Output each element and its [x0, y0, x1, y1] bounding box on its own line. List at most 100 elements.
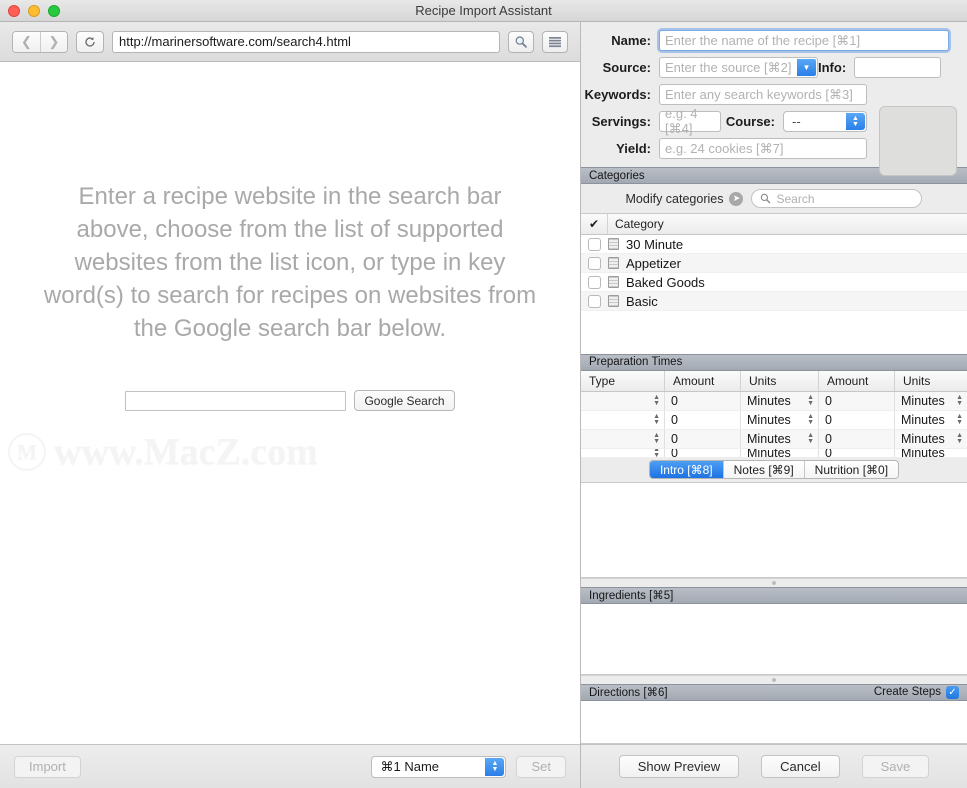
category-checkbox[interactable]: [588, 237, 601, 251]
chevron-updown-icon[interactable]: ▲ ▼: [956, 432, 963, 445]
tab-nutrition[interactable]: Nutrition [⌘0]: [804, 461, 899, 478]
site-search-button[interactable]: [508, 30, 534, 53]
prep-type-cell[interactable]: ▲ ▼: [581, 448, 665, 457]
minimize-button[interactable]: [28, 4, 40, 17]
list-item[interactable]: Basic: [581, 292, 967, 311]
name-row: Name: Enter the name of the recipe [⌘1]: [583, 30, 965, 51]
category-checkbox[interactable]: [588, 294, 601, 308]
list-item[interactable]: 30 Minute: [581, 235, 967, 254]
info-input[interactable]: [854, 57, 941, 78]
chevron-updown-icon[interactable]: ▲ ▼: [653, 432, 660, 445]
category-search-input[interactable]: Search: [751, 189, 923, 208]
list-icon: [549, 36, 561, 47]
intro-textarea[interactable]: [581, 482, 967, 578]
save-button[interactable]: Save: [861, 755, 930, 778]
forward-button[interactable]: ❯: [40, 31, 67, 52]
zoom-button[interactable]: [48, 4, 60, 17]
table-row[interactable]: ▲ ▼ 0 Minutes ▲ ▼ 0 Minutes ▲ ▼: [581, 391, 967, 411]
prep-amount1-cell[interactable]: 0: [665, 410, 741, 429]
directions-textarea[interactable]: [581, 700, 967, 744]
prep-type-cell[interactable]: ▲ ▼: [581, 391, 665, 410]
prep-amount1-cell[interactable]: 0: [665, 429, 741, 448]
course-label: Course:: [725, 114, 775, 129]
prep-col-units-2[interactable]: Units: [895, 371, 967, 391]
google-search-row: Google Search: [0, 390, 580, 411]
directions-section-header: Directions [⌘6] Create Steps ✓: [581, 683, 967, 701]
google-search-input[interactable]: [125, 390, 347, 411]
reload-button[interactable]: [76, 30, 104, 53]
prep-units2-cell[interactable]: Minutes ▲ ▼: [895, 411, 967, 429]
prep-col-amount-2[interactable]: Amount: [819, 370, 895, 391]
prep-col-units-1[interactable]: Units: [741, 370, 819, 391]
prep-amount2-cell[interactable]: 0: [819, 448, 895, 457]
prep-units1-cell[interactable]: Minutes ▲ ▼: [741, 429, 819, 448]
category-stack-icon: [608, 276, 619, 288]
prep-units1-cell[interactable]: Minutes: [741, 448, 819, 457]
category-checkbox[interactable]: [588, 256, 601, 270]
prep-amount1-cell[interactable]: 0: [665, 448, 741, 457]
chevron-updown-icon[interactable]: ▲ ▼: [807, 394, 814, 407]
modify-categories-button[interactable]: Modify categories ➤: [626, 191, 744, 206]
prep-col-amount-1[interactable]: Amount: [665, 370, 741, 391]
chevron-updown-icon[interactable]: ▲ ▼: [807, 432, 814, 445]
tab-intro[interactable]: Intro [⌘8]: [649, 461, 724, 478]
import-button[interactable]: Import: [14, 755, 81, 778]
category-check-column-header[interactable]: ✔: [581, 214, 608, 234]
prep-units1-cell[interactable]: Minutes ▲ ▼: [741, 391, 819, 410]
category-checkbox[interactable]: [588, 275, 601, 289]
chevron-updown-icon[interactable]: ▲ ▼: [653, 394, 660, 407]
prep-amount1-cell[interactable]: 0: [665, 391, 741, 410]
source-label: Source:: [602, 60, 651, 75]
recipe-image-well[interactable]: [879, 106, 957, 176]
source-combobox[interactable]: Enter the source [⌘2] ▼: [659, 57, 818, 78]
supported-sites-button[interactable]: [542, 30, 568, 53]
ingredients-resize-handle[interactable]: [581, 674, 967, 684]
course-popup[interactable]: -- ▲ ▼: [783, 111, 867, 132]
servings-input[interactable]: e.g. 4 [⌘4]: [659, 106, 721, 136]
preparation-table-header: Type Amount Units Amount Units: [581, 370, 967, 392]
category-name-column-header[interactable]: Category: [608, 214, 967, 234]
back-button[interactable]: ❮: [13, 31, 40, 52]
ingredients-section-title: Ingredients [⌘5]: [589, 590, 674, 602]
category-label: Baked Goods: [626, 274, 705, 290]
prep-amount2-cell[interactable]: 0: [819, 391, 895, 410]
url-field[interactable]: http://marinersoftware.com/search4.html: [112, 30, 500, 53]
prep-units2-cell[interactable]: Minutes ▲ ▼: [895, 430, 967, 448]
chevron-updown-icon[interactable]: ▲ ▼: [807, 413, 814, 426]
list-item[interactable]: Appetizer: [581, 254, 967, 273]
chevron-updown-icon[interactable]: ▲ ▼: [956, 413, 963, 426]
intro-resize-handle[interactable]: [581, 577, 967, 587]
keywords-input[interactable]: Enter any search keywords [⌘3]: [659, 84, 867, 105]
yield-input[interactable]: e.g. 24 cookies [⌘7]: [659, 138, 867, 159]
prep-units2-cell[interactable]: Minutes ▲ ▼: [895, 392, 967, 410]
table-row[interactable]: ▲ ▼ 0 Minutes ▲ ▼ 0 Minutes ▲ ▼: [581, 410, 967, 430]
prep-amount2-cell[interactable]: 0: [819, 410, 895, 429]
category-search-placeholder: Search: [776, 191, 815, 206]
prep-units1-cell[interactable]: Minutes ▲ ▼: [741, 410, 819, 429]
prep-units2-cell[interactable]: Minutes: [895, 449, 967, 457]
table-row[interactable]: ▲ ▼ 0 Minutes 0 Minutes: [581, 448, 967, 458]
create-steps-control[interactable]: Create Steps ✓: [874, 685, 959, 699]
cancel-button[interactable]: Cancel: [761, 755, 840, 778]
chevron-updown-icon[interactable]: ▲ ▼: [956, 394, 963, 407]
chevron-updown-icon[interactable]: ▲ ▼: [653, 413, 660, 426]
tab-notes[interactable]: Notes [⌘9]: [723, 461, 805, 478]
table-row[interactable]: ▲ ▼ 0 Minutes ▲ ▼ 0 Minutes ▲ ▼: [581, 429, 967, 449]
categories-list[interactable]: 30 Minute Appetizer Baked Goods Basic: [581, 235, 967, 354]
target-field-popup[interactable]: ⌘1 Name ▲ ▼: [371, 755, 507, 778]
set-button[interactable]: Set: [516, 755, 566, 778]
prep-col-type[interactable]: Type: [581, 370, 665, 391]
list-item[interactable]: Baked Goods: [581, 273, 967, 292]
create-steps-checkbox[interactable]: ✓: [946, 685, 959, 699]
name-input[interactable]: Enter the name of the recipe [⌘1]: [659, 30, 949, 51]
show-preview-button[interactable]: Show Preview: [618, 755, 740, 778]
prep-amount2-cell[interactable]: 0: [819, 429, 895, 448]
google-search-button[interactable]: Google Search: [354, 390, 455, 411]
prep-type-cell[interactable]: ▲ ▼: [581, 429, 665, 448]
close-button[interactable]: [8, 4, 20, 17]
preparation-table: Type Amount Units Amount Units ▲ ▼ 0 Minu…: [581, 370, 967, 458]
prep-type-cell[interactable]: ▲ ▼: [581, 410, 665, 429]
chevron-updown-icon[interactable]: ▲ ▼: [653, 449, 660, 457]
ingredients-textarea[interactable]: [581, 603, 967, 675]
yield-label: Yield:: [616, 141, 651, 156]
